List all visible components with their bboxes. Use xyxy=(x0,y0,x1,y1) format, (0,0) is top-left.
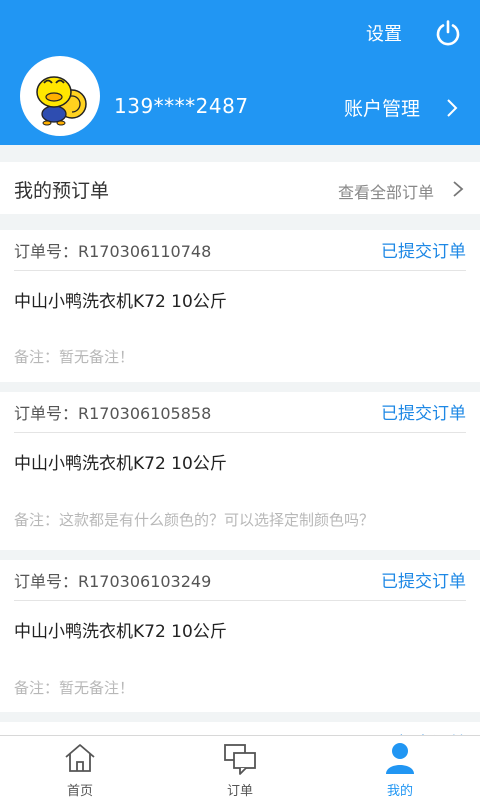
user-icon xyxy=(386,743,414,774)
account-manage-button[interactable]: 账户管理 xyxy=(344,94,420,121)
product-name: 中山小鸭洗衣机K72 10公斤 xyxy=(14,622,227,642)
order-remark: 备注：这款都是有什么颜色的？可以选择定制颜色吗？ xyxy=(14,511,375,529)
divider xyxy=(14,270,466,271)
duck-mascot-icon xyxy=(36,76,87,126)
nav-label-mine: 我的 xyxy=(386,784,413,799)
preorder-section-header: 我的预订单 查看全部订单 xyxy=(0,162,480,214)
product-name: 中山小鸭洗衣机K72 10公斤 xyxy=(14,292,227,312)
nav-label-home: 首页 xyxy=(66,784,93,799)
nav-item-orders[interactable]: 订单 xyxy=(160,736,320,801)
profile-header: 设置 139****2487 账户管理 xyxy=(0,0,480,145)
divider xyxy=(14,432,466,433)
order-card[interactable]: 订单号：R170306103249 已提交订单 中山小鸭洗衣机K72 10公斤 … xyxy=(0,560,480,712)
order-status: 已提交订单 xyxy=(381,242,466,262)
avatar[interactable] xyxy=(20,56,100,136)
chevron-right-icon[interactable] xyxy=(452,180,464,198)
order-remark: 备注：暂无备注！ xyxy=(14,348,135,366)
order-status: 已提交订单 xyxy=(381,404,466,424)
order-number: 订单号：R170306110748 xyxy=(14,242,212,261)
settings-button[interactable]: 设置 xyxy=(366,20,402,46)
divider xyxy=(14,600,466,601)
phone-number: 139****2487 xyxy=(114,94,249,118)
nav-item-mine[interactable]: 我的 xyxy=(320,736,480,801)
order-status: 已提交订单 xyxy=(381,572,466,592)
chat-icon xyxy=(224,744,256,775)
power-icon[interactable] xyxy=(434,19,462,47)
view-all-orders-link[interactable]: 查看全部订单 xyxy=(338,179,434,203)
bottom-nav: 首页 订单 我的 xyxy=(0,735,480,801)
order-card[interactable]: 订单号：R170306105858 已提交订单 中山小鸭洗衣机K72 10公斤 … xyxy=(0,392,480,550)
home-icon xyxy=(65,744,95,772)
nav-item-home[interactable]: 首页 xyxy=(0,736,160,801)
order-remark: 备注：暂无备注！ xyxy=(14,679,135,697)
product-name: 中山小鸭洗衣机K72 10公斤 xyxy=(14,454,227,474)
section-title: 我的预订单 xyxy=(14,180,110,202)
order-number: 订单号：R170306103249 xyxy=(14,572,212,591)
order-card[interactable]: 订单号：R170306110748 已提交订单 中山小鸭洗衣机K72 10公斤 … xyxy=(0,230,480,382)
chevron-right-icon[interactable] xyxy=(445,98,459,118)
order-number: 订单号：R170306105858 xyxy=(14,404,212,423)
nav-label-orders: 订单 xyxy=(226,784,253,799)
